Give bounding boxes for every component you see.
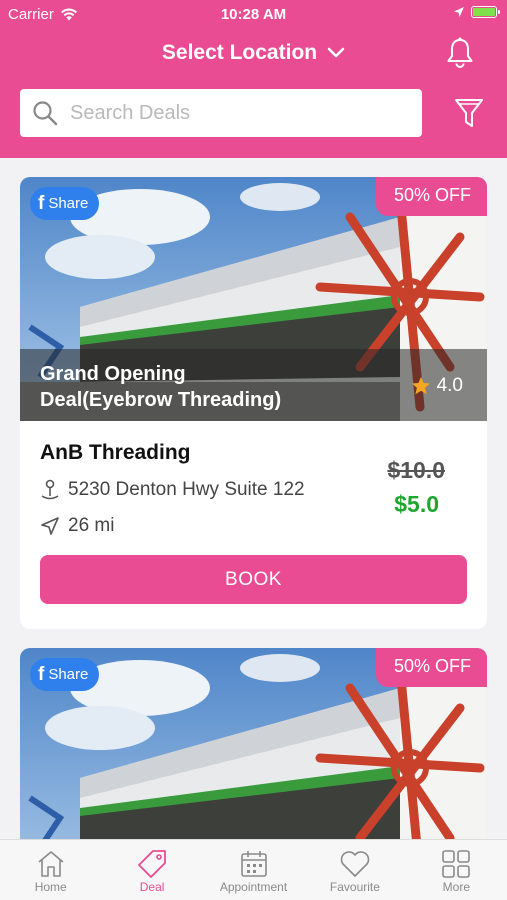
location-selector[interactable]: Select Location — [0, 36, 507, 70]
share-button[interactable]: f Share — [30, 658, 100, 691]
distance-text: 26 mi — [68, 515, 115, 536]
bottom-tab-bar: Home Deal Appointment Favourite More — [0, 839, 507, 900]
deal-image: f Share 50% OFF Grand Opening Deal(Eyebr… — [20, 177, 487, 421]
map-pin-icon — [41, 479, 59, 500]
tab-appointment[interactable]: Appointment — [203, 840, 304, 900]
location-arrow-icon — [454, 7, 464, 17]
navigation-arrow-icon — [41, 517, 59, 535]
rating-value: 4.0 — [436, 375, 463, 396]
bell-icon — [447, 37, 473, 68]
search-icon — [33, 101, 58, 126]
tab-label: More — [442, 880, 470, 894]
status-bar: Carrier 10:28 AM — [0, 0, 507, 28]
tab-more[interactable]: More — [406, 840, 507, 900]
filter-button[interactable] — [451, 95, 487, 131]
share-label: Share — [48, 195, 89, 212]
deal-card[interactable]: f Share 50% OFF — [20, 648, 487, 848]
location-label: Select Location — [161, 41, 318, 64]
book-button[interactable]: BOOK — [40, 555, 467, 604]
notification-bell-button[interactable] — [443, 36, 477, 70]
tab-label: Home — [34, 880, 67, 894]
address-text: 5230 Denton Hwy Suite 122 — [68, 479, 305, 500]
deal-card[interactable]: f Share 50% OFF Grand Opening Deal(Eyebr… — [20, 177, 487, 629]
deal-title: Grand Opening Deal(Eyebrow Threading) — [40, 361, 360, 413]
battery-icon — [471, 6, 500, 18]
share-label: Share — [48, 666, 89, 683]
discount-badge: 50% OFF — [375, 648, 487, 687]
filter-icon — [455, 99, 483, 127]
calendar-icon — [240, 851, 267, 877]
discount-badge: 50% OFF — [375, 177, 487, 216]
address-row: 5230 Denton Hwy Suite 122 — [40, 479, 305, 501]
grid-icon — [442, 850, 471, 878]
app-header: Carrier 10:28 AM Select Location — [0, 0, 507, 158]
status-indicators — [453, 6, 500, 18]
chevron-down-icon — [327, 47, 345, 58]
tab-label: Appointment — [219, 880, 288, 894]
discounted-price: $5.0 — [394, 491, 439, 517]
tab-home[interactable]: Home — [0, 840, 101, 900]
share-button[interactable]: f Share — [30, 187, 100, 220]
search-input[interactable] — [70, 101, 390, 125]
tab-label: Deal — [139, 880, 165, 894]
status-time: 10:28 AM — [220, 6, 287, 23]
star-icon — [411, 377, 430, 395]
tab-favourite[interactable]: Favourite — [304, 840, 405, 900]
heart-icon — [340, 851, 370, 877]
deal-image: f Share 50% OFF — [20, 648, 487, 848]
facebook-icon: f — [38, 192, 45, 214]
rating: 4.0 — [411, 375, 463, 397]
deal-title-line: Grand Opening — [40, 363, 186, 385]
distance-row: 26 mi — [40, 515, 114, 537]
home-icon — [38, 851, 64, 877]
original-price: $10.0 — [387, 457, 445, 483]
tab-label: Favourite — [329, 880, 380, 894]
facebook-icon: f — [38, 663, 45, 685]
search-box[interactable] — [20, 89, 422, 137]
shop-name: AnB Threading — [40, 441, 191, 464]
tag-icon — [138, 850, 167, 878]
tab-deal[interactable]: Deal — [101, 840, 202, 900]
deal-title-line: Deal(Eyebrow Threading) — [40, 389, 282, 411]
